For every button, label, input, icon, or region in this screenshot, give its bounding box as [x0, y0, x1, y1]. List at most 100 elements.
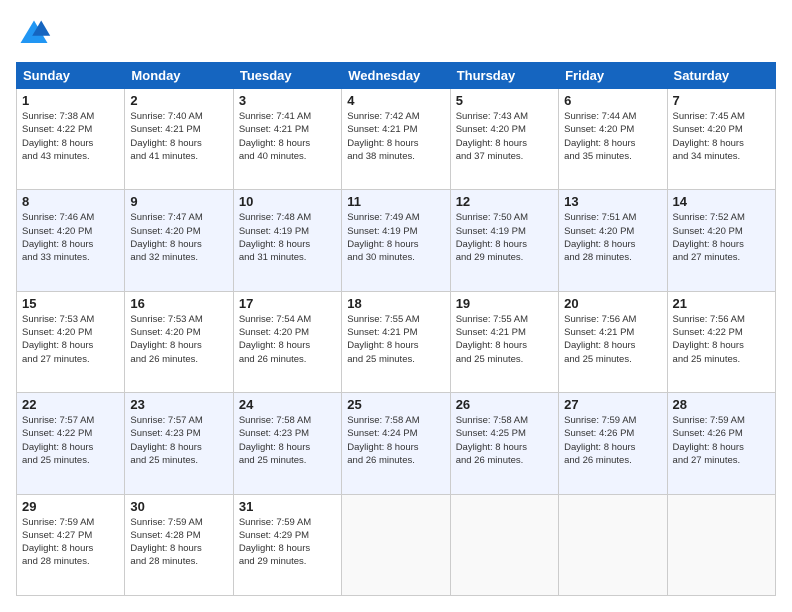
calendar-cell: 29Sunrise: 7:59 AM Sunset: 4:27 PM Dayli… — [17, 494, 125, 595]
day-number: 5 — [456, 93, 553, 108]
day-info: Sunrise: 7:49 AM Sunset: 4:19 PM Dayligh… — [347, 211, 444, 264]
day-number: 25 — [347, 397, 444, 412]
calendar-cell — [450, 494, 558, 595]
day-info: Sunrise: 7:38 AM Sunset: 4:22 PM Dayligh… — [22, 110, 119, 163]
day-info: Sunrise: 7:59 AM Sunset: 4:26 PM Dayligh… — [673, 414, 770, 467]
calendar-cell: 2 Sunrise: 7:40 AM Sunset: 4:21 PM Daylig… — [125, 89, 233, 190]
calendar-cell: 10Sunrise: 7:48 AM Sunset: 4:19 PM Dayli… — [233, 190, 341, 291]
day-number: 30 — [130, 499, 227, 514]
day-number: 21 — [673, 296, 770, 311]
day-number: 31 — [239, 499, 336, 514]
day-info: Sunrise: 7:46 AM Sunset: 4:20 PM Dayligh… — [22, 211, 119, 264]
day-info: Sunrise: 7:58 AM Sunset: 4:25 PM Dayligh… — [456, 414, 553, 467]
day-number: 2 — [130, 93, 227, 108]
day-info: Sunrise: 7:53 AM Sunset: 4:20 PM Dayligh… — [22, 313, 119, 366]
day-number: 22 — [22, 397, 119, 412]
day-number: 11 — [347, 194, 444, 209]
day-info: Sunrise: 7:44 AM Sunset: 4:20 PM Dayligh… — [564, 110, 661, 163]
day-info: Sunrise: 7:57 AM Sunset: 4:23 PM Dayligh… — [130, 414, 227, 467]
calendar-cell: 19 Sunrise: 7:55 AM Sunset: 4:21 PM Dayli… — [450, 291, 558, 392]
day-info: Sunrise: 7:41 AM Sunset: 4:21 PM Dayligh… — [239, 110, 336, 163]
day-number: 9 — [130, 194, 227, 209]
weekday-header-tuesday: Tuesday — [233, 63, 341, 89]
day-info: Sunrise: 7:47 AM Sunset: 4:20 PM Dayligh… — [130, 211, 227, 264]
week-row-1: 1 Sunrise: 7:38 AM Sunset: 4:22 PM Daylig… — [17, 89, 776, 190]
day-number: 10 — [239, 194, 336, 209]
week-row-4: 22 Sunrise: 7:57 AM Sunset: 4:22 PM Dayli… — [17, 393, 776, 494]
day-number: 14 — [673, 194, 770, 209]
day-info: Sunrise: 7:42 AM Sunset: 4:21 PM Dayligh… — [347, 110, 444, 163]
calendar-cell: 8 Sunrise: 7:46 AM Sunset: 4:20 PM Daylig… — [17, 190, 125, 291]
day-number: 15 — [22, 296, 119, 311]
calendar-cell: 30 Sunrise: 7:59 AM Sunset: 4:28 PM Dayli… — [125, 494, 233, 595]
day-info: Sunrise: 7:53 AM Sunset: 4:20 PM Dayligh… — [130, 313, 227, 366]
day-number: 17 — [239, 296, 336, 311]
calendar-cell: 12 Sunrise: 7:50 AM Sunset: 4:19 PM Dayli… — [450, 190, 558, 291]
logo — [16, 16, 56, 52]
day-number: 7 — [673, 93, 770, 108]
day-info: Sunrise: 7:55 AM Sunset: 4:21 PM Dayligh… — [456, 313, 553, 366]
weekday-header-wednesday: Wednesday — [342, 63, 450, 89]
day-number: 8 — [22, 194, 119, 209]
day-number: 29 — [22, 499, 119, 514]
calendar-cell: 31 Sunrise: 7:59 AM Sunset: 4:29 PM Dayli… — [233, 494, 341, 595]
day-number: 1 — [22, 93, 119, 108]
day-info: Sunrise: 7:59 AM Sunset: 4:29 PM Dayligh… — [239, 516, 336, 569]
calendar-cell: 11 Sunrise: 7:49 AM Sunset: 4:19 PM Dayli… — [342, 190, 450, 291]
day-info: Sunrise: 7:52 AM Sunset: 4:20 PM Dayligh… — [673, 211, 770, 264]
weekday-header-friday: Friday — [559, 63, 667, 89]
calendar-cell: 20 Sunrise: 7:56 AM Sunset: 4:21 PM Dayli… — [559, 291, 667, 392]
day-number: 24 — [239, 397, 336, 412]
calendar-cell: 15 Sunrise: 7:53 AM Sunset: 4:20 PM Dayli… — [17, 291, 125, 392]
day-info: Sunrise: 7:57 AM Sunset: 4:22 PM Dayligh… — [22, 414, 119, 467]
calendar-table: SundayMondayTuesdayWednesdayThursdayFrid… — [16, 62, 776, 596]
day-number: 20 — [564, 296, 661, 311]
calendar-cell: 14 Sunrise: 7:52 AM Sunset: 4:20 PM Dayli… — [667, 190, 775, 291]
week-row-2: 8 Sunrise: 7:46 AM Sunset: 4:20 PM Daylig… — [17, 190, 776, 291]
day-info: Sunrise: 7:51 AM Sunset: 4:20 PM Dayligh… — [564, 211, 661, 264]
day-info: Sunrise: 7:59 AM Sunset: 4:28 PM Dayligh… — [130, 516, 227, 569]
calendar-cell: 13 Sunrise: 7:51 AM Sunset: 4:20 PM Dayli… — [559, 190, 667, 291]
calendar-cell: 3Sunrise: 7:41 AM Sunset: 4:21 PM Daylig… — [233, 89, 341, 190]
calendar-cell: 17 Sunrise: 7:54 AM Sunset: 4:20 PM Dayli… — [233, 291, 341, 392]
day-info: Sunrise: 7:50 AM Sunset: 4:19 PM Dayligh… — [456, 211, 553, 264]
calendar-cell — [559, 494, 667, 595]
day-info: Sunrise: 7:59 AM Sunset: 4:26 PM Dayligh… — [564, 414, 661, 467]
day-info: Sunrise: 7:56 AM Sunset: 4:22 PM Dayligh… — [673, 313, 770, 366]
day-info: Sunrise: 7:56 AM Sunset: 4:21 PM Dayligh… — [564, 313, 661, 366]
weekday-header-thursday: Thursday — [450, 63, 558, 89]
day-number: 26 — [456, 397, 553, 412]
calendar-cell: 28 Sunrise: 7:59 AM Sunset: 4:26 PM Dayli… — [667, 393, 775, 494]
day-number: 27 — [564, 397, 661, 412]
header — [16, 16, 776, 52]
calendar-cell — [667, 494, 775, 595]
day-number: 4 — [347, 93, 444, 108]
calendar-cell: 7 Sunrise: 7:45 AM Sunset: 4:20 PM Daylig… — [667, 89, 775, 190]
day-info: Sunrise: 7:54 AM Sunset: 4:20 PM Dayligh… — [239, 313, 336, 366]
calendar-cell — [342, 494, 450, 595]
day-info: Sunrise: 7:40 AM Sunset: 4:21 PM Dayligh… — [130, 110, 227, 163]
calendar-cell: 22 Sunrise: 7:57 AM Sunset: 4:22 PM Dayli… — [17, 393, 125, 494]
day-info: Sunrise: 7:43 AM Sunset: 4:20 PM Dayligh… — [456, 110, 553, 163]
logo-icon — [16, 16, 52, 52]
calendar-cell: 18Sunrise: 7:55 AM Sunset: 4:21 PM Dayli… — [342, 291, 450, 392]
day-number: 13 — [564, 194, 661, 209]
day-number: 16 — [130, 296, 227, 311]
calendar-cell: 6Sunrise: 7:44 AM Sunset: 4:20 PM Daylig… — [559, 89, 667, 190]
week-row-3: 15 Sunrise: 7:53 AM Sunset: 4:20 PM Dayli… — [17, 291, 776, 392]
day-number: 19 — [456, 296, 553, 311]
calendar-cell: 27 Sunrise: 7:59 AM Sunset: 4:26 PM Dayli… — [559, 393, 667, 494]
calendar-cell: 25Sunrise: 7:58 AM Sunset: 4:24 PM Dayli… — [342, 393, 450, 494]
day-info: Sunrise: 7:55 AM Sunset: 4:21 PM Dayligh… — [347, 313, 444, 366]
page: SundayMondayTuesdayWednesdayThursdayFrid… — [0, 0, 792, 612]
day-number: 12 — [456, 194, 553, 209]
week-row-5: 29Sunrise: 7:59 AM Sunset: 4:27 PM Dayli… — [17, 494, 776, 595]
day-info: Sunrise: 7:45 AM Sunset: 4:20 PM Dayligh… — [673, 110, 770, 163]
calendar-cell: 4 Sunrise: 7:42 AM Sunset: 4:21 PM Daylig… — [342, 89, 450, 190]
calendar-cell: 23 Sunrise: 7:57 AM Sunset: 4:23 PM Dayli… — [125, 393, 233, 494]
day-number: 28 — [673, 397, 770, 412]
day-number: 23 — [130, 397, 227, 412]
day-info: Sunrise: 7:58 AM Sunset: 4:23 PM Dayligh… — [239, 414, 336, 467]
calendar-cell: 16 Sunrise: 7:53 AM Sunset: 4:20 PM Dayli… — [125, 291, 233, 392]
weekday-header-monday: Monday — [125, 63, 233, 89]
